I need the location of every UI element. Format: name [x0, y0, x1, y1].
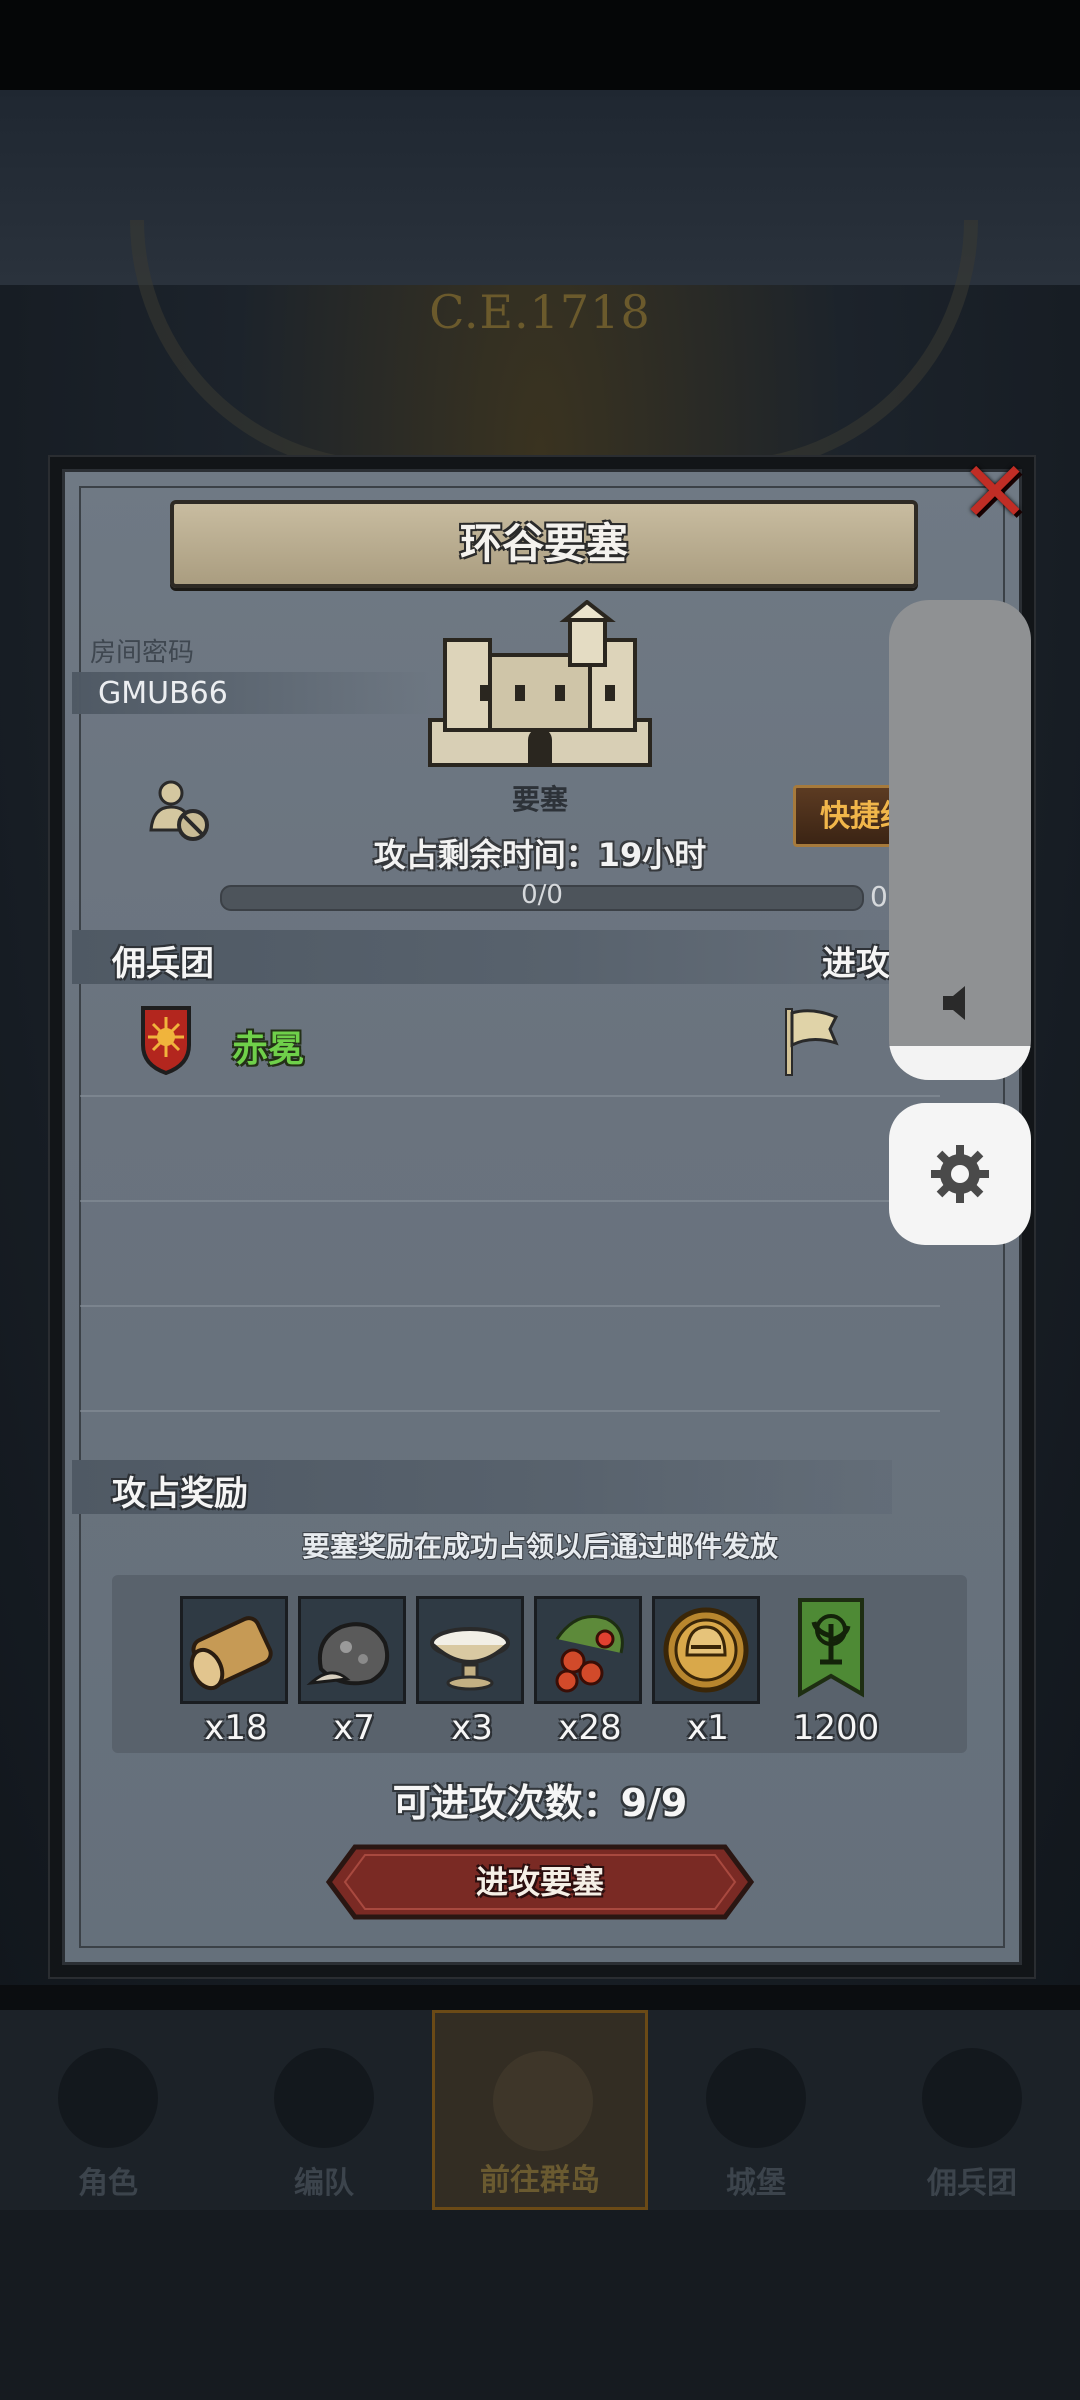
nav-label: 编队 — [294, 2166, 354, 2201]
room-code-label: 房间密码 — [90, 638, 195, 668]
quick-team-button[interactable]: 快捷组 — [793, 785, 903, 847]
gear-icon — [931, 1145, 989, 1203]
nav-character[interactable]: 角色 — [0, 2010, 216, 2210]
nav-label: 佣兵团 — [927, 2166, 1017, 2201]
no-user-icon — [149, 780, 209, 841]
row-divider — [80, 1095, 940, 1097]
occupy-progress-bar: 0/0 — [220, 880, 864, 911]
reward-item[interactable] — [180, 1596, 288, 1704]
reward-qty: x28 — [558, 1708, 622, 1748]
fortress-label: 要塞 — [511, 783, 568, 816]
nav-label: 城堡 — [726, 2166, 786, 2201]
reward-qty: x18 — [204, 1708, 268, 1748]
reward-section-title: 攻占奖励 — [112, 1474, 248, 1514]
berries-icon — [555, 1615, 624, 1693]
reward-item[interactable] — [298, 1596, 406, 1704]
mercenary-section-title: 佣兵团 — [112, 944, 214, 984]
flag-icon[interactable] — [782, 1005, 842, 1077]
reward-qty: x3 — [451, 1708, 493, 1748]
nav-formation[interactable]: 编队 — [216, 2010, 432, 2210]
formation-icon — [274, 2048, 374, 2148]
row-divider — [80, 1200, 940, 1202]
reward-qty: x7 — [333, 1708, 375, 1748]
occupy-timer: 攻占剩余时间：19小时 — [373, 836, 707, 874]
volume-level — [889, 1046, 1031, 1080]
mercenary-name[interactable]: 赤冕 — [232, 1020, 304, 1072]
nav-label: 角色 — [78, 2166, 138, 2201]
settings-button[interactable] — [889, 1103, 1031, 1245]
reward-qty: x1 — [687, 1708, 729, 1748]
attack-attempts: 可进攻次数：9/9 — [392, 1781, 688, 1825]
mercenary-shield-icon — [141, 1006, 191, 1075]
nav-label: 前往群岛 — [480, 2163, 600, 2198]
row-divider — [80, 1410, 940, 1412]
banner-icon — [798, 1598, 864, 1698]
character-icon — [58, 2048, 158, 2148]
bowl-icon — [430, 1627, 510, 1691]
mercenary-icon — [922, 2048, 1022, 2148]
title-banner: 环谷要塞 — [170, 500, 918, 588]
bottom-band — [0, 2210, 1080, 2400]
globe-icon — [493, 2051, 593, 2151]
status-bar — [0, 0, 1080, 90]
reward-item[interactable] — [780, 1596, 888, 1704]
reward-note: 要塞奖励在成功占领以后通过邮件发放 — [301, 1530, 778, 1563]
ore-icon — [306, 1622, 390, 1686]
fortress-icon — [428, 600, 652, 767]
reward-qty: 1200 — [792, 1708, 880, 1748]
progress-text: 0/0 — [521, 880, 563, 910]
log-icon — [189, 1616, 273, 1691]
attack-fortress-label[interactable]: 进攻要塞 — [325, 1843, 755, 1921]
castle-icon — [706, 2048, 806, 2148]
volume-slider[interactable] — [889, 600, 1031, 1080]
room-code[interactable]: GMUB66 — [98, 676, 228, 711]
helmet-coin-icon — [663, 1607, 749, 1693]
row-divider — [80, 1305, 940, 1307]
reward-item[interactable] — [416, 1596, 524, 1704]
nav-islands[interactable]: 前往群岛 — [432, 2010, 648, 2210]
progress-right-value: 0 — [870, 880, 888, 913]
nav-mercenaries[interactable]: 佣兵团 — [864, 2010, 1080, 2210]
dialog-title: 环谷要塞 — [459, 519, 628, 568]
nav-castle[interactable]: 城堡 — [648, 2010, 864, 2210]
reward-item[interactable] — [534, 1596, 642, 1704]
reward-item[interactable] — [652, 1596, 760, 1704]
era-year: C.E.1718 — [429, 285, 651, 339]
speaker-icon — [943, 986, 965, 1020]
close-icon[interactable]: ✕ — [955, 450, 1035, 534]
era-clock-dial — [130, 220, 978, 474]
attack-column-title: 进攻 — [822, 944, 890, 984]
